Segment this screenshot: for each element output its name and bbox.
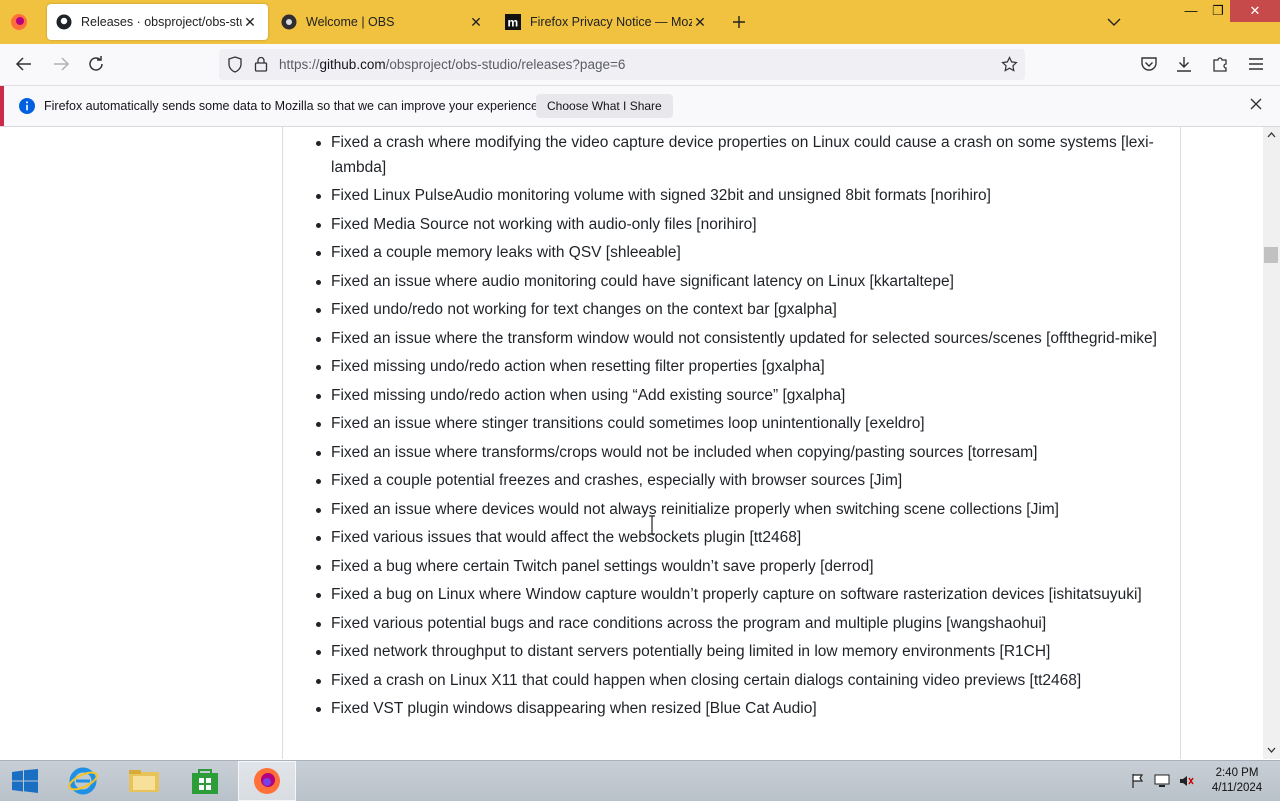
release-note-item: Fixed a bug on Linux where Window captur… <box>316 583 1161 608</box>
release-note-item: Fixed a crash where modifying the video … <box>316 131 1161 180</box>
windows-taskbar: 2:40 PM 4/11/2024 <box>0 760 1280 801</box>
mozilla-icon: m <box>505 14 521 30</box>
taskbar-file-explorer[interactable] <box>115 761 173 801</box>
release-note-item: Fixed a couple memory leaks with QSV [sh… <box>316 241 1161 266</box>
tab-releases[interactable]: Releases · obsproject/obs-studi ✕ <box>47 4 268 40</box>
network-icon[interactable] <box>1154 773 1170 789</box>
obs-icon <box>281 14 297 30</box>
back-arrow-icon[interactable] <box>14 54 34 74</box>
svg-text:m: m <box>508 16 519 30</box>
windows-start-icon[interactable] <box>11 769 39 793</box>
tab-title: Welcome | OBS <box>306 15 395 29</box>
tab-firefox-privacy[interactable]: m Firefox Privacy Notice — Mozill ✕ <box>496 4 718 40</box>
release-note-item: Fixed various potential bugs and race co… <box>316 612 1161 637</box>
list-all-tabs-chevron-icon[interactable] <box>1107 17 1121 27</box>
close-window-icon[interactable]: ✕ <box>1230 0 1280 22</box>
file-explorer-folder-icon <box>129 770 159 792</box>
text-cursor-icon <box>649 515 655 535</box>
taskbar-store[interactable] <box>176 761 234 801</box>
taskbar-firefox[interactable] <box>238 761 296 801</box>
lock-icon[interactable] <box>254 56 268 72</box>
release-note-item: Fixed an issue where audio monitoring co… <box>316 270 1161 295</box>
release-note-item: Fixed a couple potential freezes and cra… <box>316 469 1161 494</box>
release-notes-list: Fixed a crash where modifying the video … <box>316 131 1161 726</box>
release-note-item: Fixed an issue where devices would not a… <box>316 498 1161 523</box>
data-collection-notification: Firefox automatically sends some data to… <box>0 86 1280 127</box>
close-tab-icon[interactable]: ✕ <box>692 14 708 30</box>
choose-what-i-share-button[interactable]: Choose What I Share <box>536 94 673 118</box>
tab-title: Firefox Privacy Notice — Mozill <box>530 15 692 29</box>
system-clock[interactable]: 2:40 PM 4/11/2024 <box>1206 766 1268 796</box>
tab-bar: Releases · obsproject/obs-studi ✕ Welcom… <box>0 0 1280 44</box>
clock-date: 4/11/2024 <box>1211 782 1263 794</box>
close-tab-icon[interactable]: ✕ <box>242 14 258 30</box>
navigation-toolbar: https://github.com/obsproject/obs-studio… <box>0 44 1280 86</box>
url-text[interactable]: https://github.com/obsproject/obs-studio… <box>279 57 625 72</box>
extensions-puzzle-icon[interactable] <box>1210 54 1230 74</box>
firefox-icon <box>254 768 280 794</box>
hamburger-menu-icon[interactable] <box>1246 54 1266 74</box>
release-note-item: Fixed network throughput to distant serv… <box>316 640 1161 665</box>
github-icon <box>56 14 72 30</box>
release-note-item: Fixed a crash on Linux X11 that could ha… <box>316 669 1161 694</box>
page-content: Fixed a crash where modifying the video … <box>0 127 1263 759</box>
vertical-scrollbar[interactable] <box>1263 127 1280 759</box>
scroll-down-icon[interactable] <box>1267 747 1276 754</box>
release-note-item: Fixed missing undo/redo action when rese… <box>316 355 1161 380</box>
release-note-item: Fixed undo/redo not working for text cha… <box>316 298 1161 323</box>
release-note-item: Fixed Media Source not working with audi… <box>316 213 1161 238</box>
scrollbar-thumb[interactable] <box>1264 247 1278 263</box>
windows-store-icon <box>192 769 218 794</box>
taskbar-internet-explorer[interactable] <box>54 761 112 801</box>
tab-welcome-obs[interactable]: Welcome | OBS ✕ <box>272 4 494 40</box>
release-note-item: Fixed an issue where the transform windo… <box>316 327 1161 352</box>
tab-title: Releases · obsproject/obs-studi <box>81 15 242 29</box>
release-note-item: Fixed an issue where transforms/crops wo… <box>316 441 1161 466</box>
release-note-item: Fixed various issues that would affect t… <box>316 526 1161 551</box>
internet-explorer-icon <box>68 767 98 795</box>
info-icon <box>19 98 35 114</box>
volume-muted-icon[interactable] <box>1178 773 1194 789</box>
pocket-icon[interactable] <box>1139 54 1159 74</box>
release-note-item: Fixed missing undo/redo action when usin… <box>316 384 1161 409</box>
close-notification-icon[interactable] <box>1248 96 1264 112</box>
tracking-protection-shield-icon[interactable] <box>227 56 243 73</box>
notification-message: Firefox automatically sends some data to… <box>44 99 542 113</box>
reload-icon[interactable] <box>86 54 106 74</box>
scroll-up-icon[interactable] <box>1267 131 1276 138</box>
forward-arrow-icon[interactable] <box>51 54 71 74</box>
firefox-menu-icon[interactable] <box>9 12 29 32</box>
clock-time: 2:40 PM <box>1215 767 1259 779</box>
new-tab-icon[interactable] <box>732 15 746 29</box>
release-note-item: Fixed a bug where certain Twitch panel s… <box>316 555 1161 580</box>
release-note-item: Fixed an issue where stinger transitions… <box>316 412 1161 437</box>
action-center-flag-icon[interactable] <box>1130 773 1146 789</box>
close-tab-icon[interactable]: ✕ <box>468 14 484 30</box>
address-bar[interactable]: https://github.com/obsproject/obs-studio… <box>219 49 1025 80</box>
downloads-icon[interactable] <box>1174 54 1194 74</box>
release-note-item: Fixed Linux PulseAudio monitoring volume… <box>316 184 1161 209</box>
release-note-item: Fixed VST plugin windows disappearing wh… <box>316 697 1161 722</box>
notification-accent <box>0 86 4 126</box>
bookmark-star-icon[interactable] <box>1001 56 1018 73</box>
